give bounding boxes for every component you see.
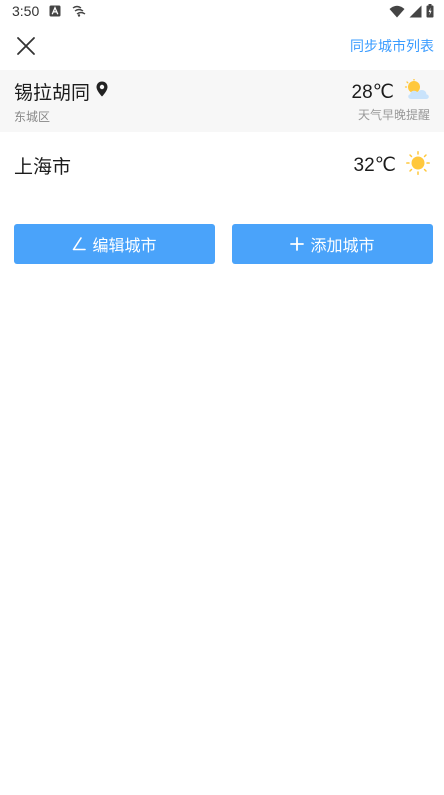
city-name: 上海市	[14, 155, 72, 178]
city-temperature: 32℃	[353, 154, 396, 176]
status-left: 3:50	[12, 3, 87, 19]
action-buttons: 编辑城市 添加城市	[14, 224, 433, 264]
status-time: 3:50	[12, 3, 40, 19]
app-bar: 同步城市列表	[0, 22, 444, 70]
temp-line: 28℃	[351, 78, 430, 105]
city-name: 锡拉胡同	[14, 81, 91, 104]
add-city-button[interactable]: 添加城市	[232, 224, 433, 264]
sync-city-list-link[interactable]: 同步城市列表	[350, 36, 434, 56]
city-name-line: 锡拉胡同	[14, 78, 108, 105]
partly-cloudy-icon	[404, 78, 430, 105]
plus-icon	[290, 237, 305, 251]
battery-charging-icon	[426, 4, 434, 18]
city-row-current[interactable]: 锡拉胡同 东城区 28℃ 天气早晚提醒	[0, 70, 444, 132]
status-bar: 3:50	[0, 0, 444, 22]
city-info: 锡拉胡同 东城区	[14, 78, 108, 125]
edit-angle-icon	[72, 237, 87, 251]
font-a-icon	[49, 5, 61, 17]
city-temperature: 28℃	[351, 81, 394, 103]
close-button[interactable]	[12, 32, 40, 60]
sunny-icon	[406, 151, 430, 179]
city-weather: 32℃	[354, 151, 430, 179]
add-city-label: 添加城市	[310, 236, 375, 255]
city-weather: 28℃ 天气早晚提醒	[351, 78, 430, 123]
status-right	[389, 4, 434, 18]
location-pin-icon	[96, 81, 108, 101]
cell-signal-icon	[409, 5, 422, 18]
edit-cities-label: 编辑城市	[92, 236, 157, 255]
city-info: 上海市	[14, 152, 71, 179]
city-district: 东城区	[14, 109, 51, 124]
weather-reminder-link[interactable]: 天气早晚提醒	[358, 106, 430, 123]
temp-line: 32℃	[354, 151, 430, 179]
edit-cities-button[interactable]: 编辑城市	[14, 224, 215, 264]
city-row-shanghai[interactable]: 上海市 32℃	[0, 136, 444, 194]
wifi-icon	[389, 5, 405, 18]
signal-waves-icon	[71, 5, 87, 17]
close-icon	[17, 37, 35, 55]
